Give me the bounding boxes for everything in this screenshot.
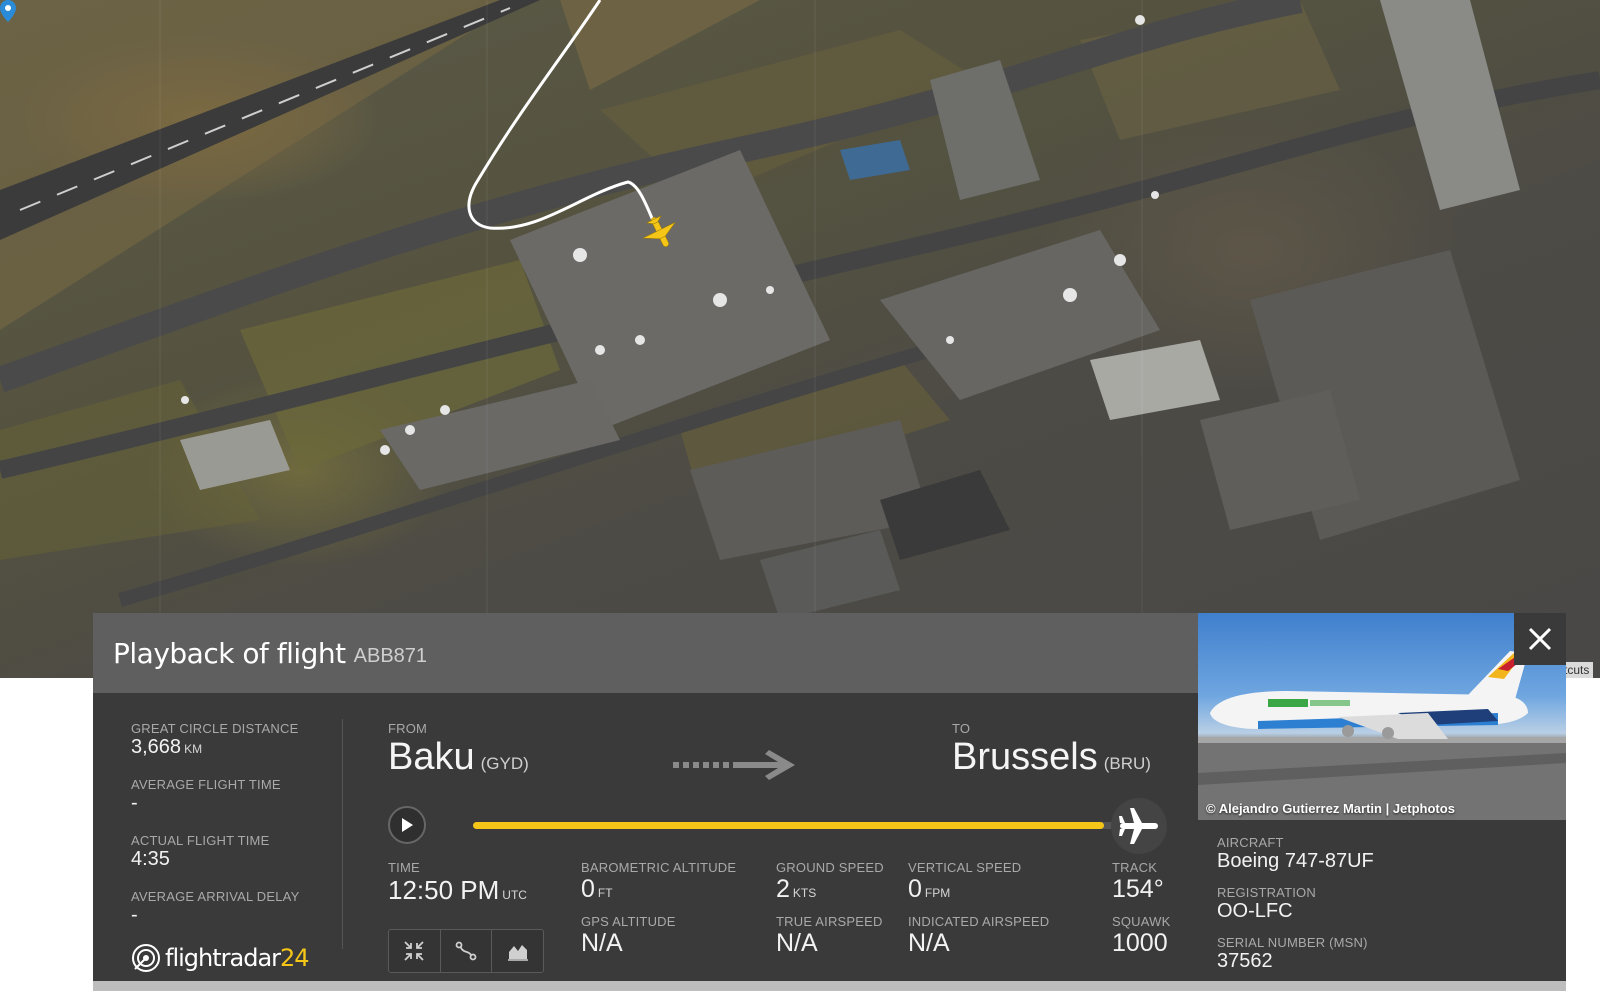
- aircraft-type: AIRCRAFT Boeing 747-87UF: [1217, 835, 1374, 873]
- airplane-icon: [1119, 808, 1158, 844]
- destination-city: Brussels: [952, 736, 1098, 778]
- divider: [342, 719, 343, 949]
- ground-speed-label: GROUND SPEED: [776, 860, 884, 875]
- gps-alt-label: GPS ALTITUDE: [581, 914, 676, 929]
- route-destination: TO Brussels (BRU): [952, 721, 1151, 779]
- origin-city: Baku: [388, 736, 475, 778]
- time-cell: TIME 12:50 PM UTC: [388, 860, 527, 906]
- view-controls: [388, 929, 544, 973]
- vertical-speed-value: 0: [908, 875, 922, 903]
- baro-alt-unit: FT: [597, 886, 613, 900]
- ground-speed-cell: GROUND SPEED 2 KTS: [776, 860, 884, 904]
- playback-scrubber-handle[interactable]: [1111, 798, 1167, 854]
- serial-label: SERIAL NUMBER (MSN): [1217, 935, 1368, 950]
- time-unit: UTC: [502, 888, 527, 902]
- registration-value: OO-LFC: [1217, 900, 1293, 922]
- squawk-cell: SQUAWK 1000: [1112, 914, 1171, 958]
- route-origin: FROM Baku (GYD): [388, 721, 529, 779]
- aircraft-registration: REGISTRATION OO-LFC: [1217, 885, 1374, 923]
- play-icon: [402, 818, 413, 832]
- playback-panel: Playback of flight ABB871 GREAT CIRCLE D…: [93, 613, 1198, 991]
- stat-label: ACTUAL FLIGHT TIME: [131, 833, 270, 848]
- baro-alt-value: 0: [581, 875, 595, 903]
- location-pin-icon[interactable]: [0, 0, 16, 22]
- aircraft-label: AIRCRAFT: [1217, 835, 1284, 850]
- track-value: 154°: [1112, 875, 1164, 903]
- time-label: TIME: [388, 860, 420, 875]
- barometric-altitude-cell: BAROMETRIC ALTITUDE 0 FT: [581, 860, 736, 904]
- gps-alt-value: N/A: [581, 929, 623, 957]
- true-airspeed-value: N/A: [776, 929, 818, 957]
- altitude-graph-button[interactable]: [492, 930, 543, 972]
- squawk-value: 1000: [1112, 929, 1168, 957]
- time-value: 12:50 PM: [388, 875, 500, 905]
- map-features: [0, 0, 1600, 678]
- close-icon: [1528, 627, 1552, 651]
- stat-unit: KM: [184, 742, 203, 756]
- track-label: TRACK: [1112, 860, 1158, 875]
- indicated-airspeed-value: N/A: [908, 929, 950, 957]
- destination-code: (BRU): [1103, 754, 1151, 773]
- flight-number: ABB871: [353, 644, 428, 667]
- stat-value: 4:35: [131, 848, 170, 870]
- logo-number: 24: [280, 944, 310, 972]
- photo-credit[interactable]: © Alejandro Gutierrez Martin | Jetphotos: [1206, 801, 1455, 816]
- registration-label: REGISTRATION: [1217, 885, 1316, 900]
- true-airspeed-label: TRUE AIRSPEED: [776, 914, 883, 929]
- baro-alt-label: BAROMETRIC ALTITUDE: [581, 860, 737, 875]
- indicated-airspeed-cell: INDICATED AIRSPEED N/A: [908, 914, 1049, 958]
- stat-actual-flight-time: ACTUAL FLIGHT TIME 4:35: [131, 833, 341, 871]
- true-airspeed-cell: TRUE AIRSPEED N/A: [776, 914, 883, 958]
- logo-text: flightradar: [165, 944, 281, 972]
- aircraft-card: © Alejandro Gutierrez Martin | Jetphotos…: [1198, 613, 1566, 991]
- playback-progress-track[interactable]: [473, 822, 1123, 829]
- close-button[interactable]: [1514, 613, 1566, 665]
- route-icon: [455, 941, 477, 961]
- panel-title: Playback of flight: [113, 636, 346, 670]
- playback-progress-fill: [473, 822, 1104, 829]
- stat-average-flight-time: AVERAGE FLIGHT TIME -: [131, 777, 341, 815]
- serial-value: 37562: [1217, 950, 1273, 972]
- origin-code: (GYD): [480, 754, 529, 773]
- route-arrow-icon: [673, 750, 795, 780]
- stat-label: AVERAGE FLIGHT TIME: [131, 777, 281, 792]
- vertical-speed-cell: VERTICAL SPEED 0 FPM: [908, 860, 1021, 904]
- stat-label: AVERAGE ARRIVAL DELAY: [131, 889, 300, 904]
- aircraft-photo[interactable]: © Alejandro Gutierrez Martin | Jetphotos: [1198, 613, 1566, 820]
- gps-altitude-cell: GPS ALTITUDE N/A: [581, 914, 676, 958]
- vertical-speed-label: VERTICAL SPEED: [908, 860, 1022, 875]
- aircraft-photo-illustration: [1198, 651, 1566, 820]
- flight-stats: GREAT CIRCLE DISTANCE 3,668 KM AVERAGE FL…: [131, 721, 341, 945]
- satellite-map[interactable]: tcuts: [0, 0, 1600, 678]
- aircraft-details: AIRCRAFT Boeing 747-87UF REGISTRATION OO…: [1217, 835, 1374, 985]
- stat-great-circle-distance: GREAT CIRCLE DISTANCE 3,668 KM: [131, 721, 341, 759]
- route-button[interactable]: [441, 930, 493, 972]
- altitude-graph-icon: [507, 945, 528, 961]
- flightradar24-logo[interactable]: flightradar24: [131, 943, 310, 973]
- track-cell: TRACK 154°: [1112, 860, 1164, 904]
- stat-value: 3,668: [131, 736, 182, 758]
- radar-logo-icon: [132, 944, 160, 972]
- aircraft-serial: SERIAL NUMBER (MSN) 37562: [1217, 935, 1374, 973]
- collapse-icon: [404, 941, 424, 961]
- stat-value: -: [131, 904, 138, 926]
- squawk-label: SQUAWK: [1112, 914, 1171, 929]
- flight-playback-screen: tcuts Playback of flight ABB871 GREAT CI…: [0, 0, 1600, 991]
- to-label: TO: [952, 721, 971, 736]
- ground-speed-value: 2: [776, 875, 790, 903]
- aircraft-value: Boeing 747-87UF: [1217, 850, 1374, 872]
- indicated-airspeed-label: INDICATED AIRSPEED: [908, 914, 1050, 929]
- vertical-speed-unit: FPM: [924, 886, 951, 900]
- stat-label: GREAT CIRCLE DISTANCE: [131, 721, 299, 736]
- panel-header: Playback of flight ABB871: [93, 613, 1198, 693]
- collapse-button[interactable]: [389, 930, 441, 972]
- play-button[interactable]: [388, 806, 426, 844]
- from-label: FROM: [388, 721, 428, 736]
- ground-speed-unit: KTS: [792, 886, 817, 900]
- stat-average-arrival-delay: AVERAGE ARRIVAL DELAY -: [131, 889, 341, 927]
- panel-bottom-strip: [93, 981, 1566, 991]
- stat-value: -: [131, 792, 138, 814]
